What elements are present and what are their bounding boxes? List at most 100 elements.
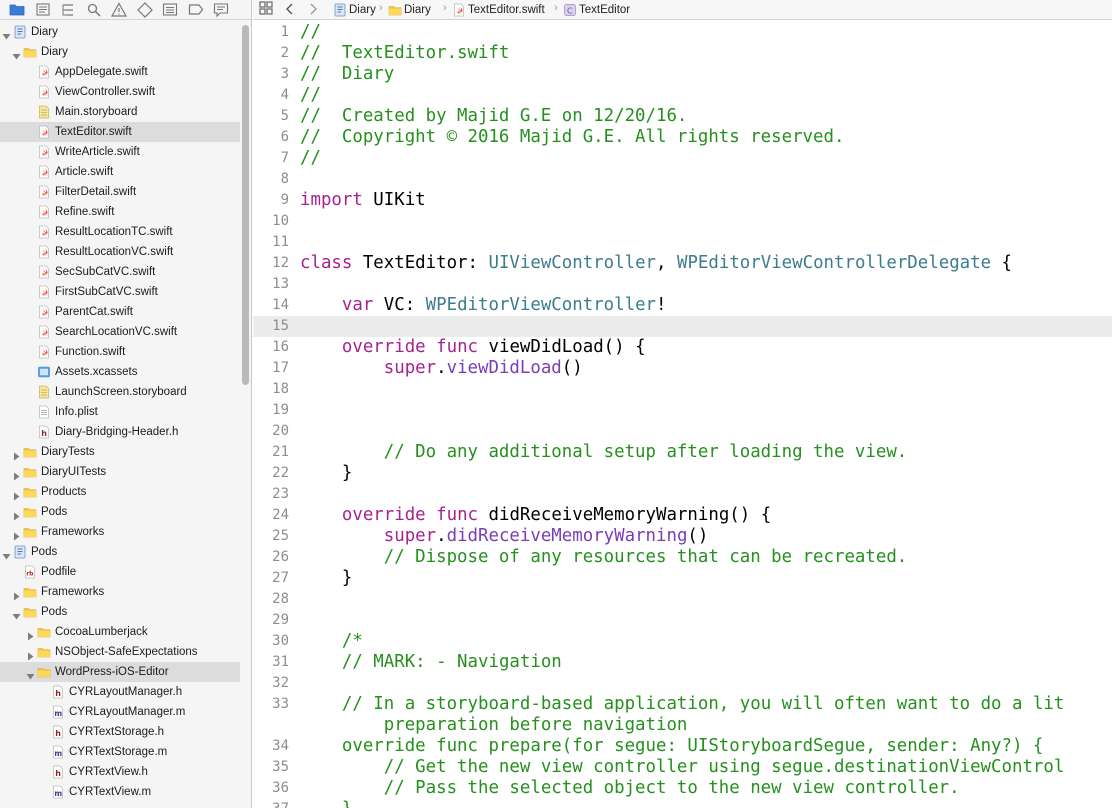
navigator-file-row[interactable]: Main.storyboard (0, 102, 240, 122)
code-line[interactable]: 19 (253, 400, 1112, 421)
navigator-file-row[interactable]: LaunchScreen.storyboard (0, 382, 240, 402)
navigator-file-row[interactable]: ViewController.swift (0, 82, 240, 102)
navigator-file-row[interactable]: WriteArticle.swift (0, 142, 240, 162)
navigator-file-row[interactable]: rb Podfile (0, 562, 240, 582)
disclosure-closed-icon[interactable] (26, 648, 35, 661)
navigator-scrollbar[interactable] (241, 22, 250, 808)
code-line[interactable]: 36 // Pass the selected object to the ne… (253, 778, 1112, 799)
navigator-file-row[interactable]: SearchLocationVC.swift (0, 322, 240, 342)
code-line[interactable]: 1 // (253, 22, 1112, 43)
navigator-file-row[interactable]: Function.swift (0, 342, 240, 362)
code-line[interactable]: 32 (253, 673, 1112, 694)
code-line[interactable]: 11 (253, 232, 1112, 253)
navigator-file-row[interactable]: h CYRLayoutManager.h (0, 682, 240, 702)
code-line[interactable]: 30 /* (253, 631, 1112, 652)
navigator-file-row[interactable]: m CYRLayoutManager.m (0, 702, 240, 722)
code-line[interactable]: 26 // Dispose of any resources that can … (253, 547, 1112, 568)
navigator-group-row[interactable]: WordPress-iOS-Editor (0, 662, 240, 682)
navigator-file-row[interactable]: Info.plist (0, 402, 240, 422)
disclosure-open-icon[interactable] (2, 28, 11, 40)
report-icon[interactable] (212, 1, 230, 18)
navigator-file-row[interactable]: h CYRTextView.h (0, 762, 240, 782)
navigator-group-row[interactable]: DiaryUITests (0, 462, 240, 482)
current-code-line[interactable]: 15 (253, 316, 1112, 337)
code-line[interactable]: 3 // Diary (253, 64, 1112, 85)
navigator-file-row[interactable]: TextEditor.swift (0, 122, 240, 142)
disclosure-closed-icon[interactable] (12, 488, 21, 501)
code-line[interactable]: 37 } (253, 799, 1112, 808)
disclosure-closed-icon[interactable] (12, 448, 21, 461)
disclosure-closed-icon[interactable] (26, 628, 35, 641)
breadcrumb-item[interactable]: TextEditor (579, 1, 630, 21)
test-icon[interactable] (136, 1, 154, 18)
debug-icon[interactable] (161, 1, 179, 17)
back-arrow-icon[interactable] (285, 0, 295, 20)
navigator-group-row[interactable]: Diary (0, 22, 240, 42)
navigator-file-row[interactable]: ResultLocationVC.swift (0, 242, 240, 262)
forward-arrow-icon[interactable] (308, 0, 318, 20)
breakpoint-icon[interactable] (187, 1, 205, 17)
code-line[interactable]: 12 class TextEditor: UIViewController, WP… (253, 253, 1112, 274)
code-line[interactable]: preparation before navigation (253, 715, 1112, 736)
code-line[interactable]: 22 } (253, 463, 1112, 484)
navigator-file-row[interactable]: Article.swift (0, 162, 240, 182)
code-line[interactable]: 8 (253, 169, 1112, 190)
disclosure-open-icon[interactable] (12, 48, 21, 60)
navigator-file-row[interactable]: AppDelegate.swift (0, 62, 240, 82)
navigator-group-row[interactable]: Pods (0, 542, 240, 562)
code-line[interactable]: 25 super.didReceiveMemoryWarning() (253, 526, 1112, 547)
code-line[interactable]: 18 (253, 379, 1112, 400)
navigator-file-row[interactable]: Assets.xcassets (0, 362, 240, 382)
code-line[interactable]: 13 (253, 274, 1112, 295)
warning-icon[interactable] (110, 1, 128, 17)
code-line[interactable]: 28 (253, 589, 1112, 610)
code-line[interactable]: 5 // Created by Majid G.E on 12/20/16. (253, 106, 1112, 127)
hierarchy-icon[interactable] (59, 1, 77, 17)
code-line[interactable]: 31 // MARK: - Navigation (253, 652, 1112, 673)
disclosure-closed-icon[interactable] (12, 588, 21, 601)
navigator-file-row[interactable]: ResultLocationTC.swift (0, 222, 240, 242)
navigator-group-row[interactable]: Frameworks (0, 522, 240, 542)
navigator-group-row[interactable]: DiaryTests (0, 442, 240, 462)
navigator-group-row[interactable]: NSObject-SafeExpectations (0, 642, 240, 662)
code-line[interactable]: 24 override func didReceiveMemoryWarning… (253, 505, 1112, 526)
navigator-group-row[interactable]: Diary (0, 42, 240, 62)
code-line[interactable]: 10 (253, 211, 1112, 232)
code-line[interactable]: 20 (253, 421, 1112, 442)
code-line[interactable]: 33 // In a storyboard-based application,… (253, 694, 1112, 715)
folder-icon[interactable] (8, 1, 26, 17)
code-line[interactable]: 16 override func viewDidLoad() { (253, 337, 1112, 358)
disclosure-closed-icon[interactable] (12, 508, 21, 521)
code-line[interactable]: 9 import UIKit (253, 190, 1112, 211)
code-line[interactable]: 29 (253, 610, 1112, 631)
scrollbar-thumb[interactable] (242, 25, 249, 385)
disclosure-open-icon[interactable] (2, 548, 11, 560)
disclosure-closed-icon[interactable] (12, 528, 21, 541)
navigator-file-row[interactable]: m CYRTextStorage.m (0, 742, 240, 762)
navigator-file-row[interactable]: Refine.swift (0, 202, 240, 222)
code-line[interactable]: 23 (253, 484, 1112, 505)
breadcrumb-item[interactable]: Diary (404, 1, 431, 21)
code-line[interactable]: 27 } (253, 568, 1112, 589)
disclosure-open-icon[interactable] (26, 668, 35, 680)
breadcrumb-item[interactable]: TextEditor.swift (468, 1, 545, 21)
code-line[interactable]: 21 // Do any additional setup after load… (253, 442, 1112, 463)
navigator-file-row[interactable]: SecSubCatVC.swift (0, 262, 240, 282)
navigator-group-row[interactable]: Products (0, 482, 240, 502)
search-icon[interactable] (85, 1, 103, 17)
navigator-file-row[interactable]: FirstSubCatVC.swift (0, 282, 240, 302)
source-editor[interactable]: 1 // 2 // TextEditor.swift 3 // Diary 4 // 5 // C… (253, 21, 1112, 808)
code-line[interactable]: 6 // Copyright © 2016 Majid G.E. All righ… (253, 127, 1112, 148)
navigator-file-row[interactable]: m CYRTextView.m (0, 782, 240, 802)
navigator-file-row[interactable]: FilterDetail.swift (0, 182, 240, 202)
navigator-group-row[interactable]: Pods (0, 602, 240, 622)
code-line[interactable]: 14 var VC: WPEditorViewController! (253, 295, 1112, 316)
navigator-file-row[interactable]: h CYRTextStorage.h (0, 722, 240, 742)
code-line[interactable]: 35 // Get the new view controller using … (253, 757, 1112, 778)
navigator-file-row[interactable]: ParentCat.swift (0, 302, 240, 322)
code-line[interactable]: 2 // TextEditor.swift (253, 43, 1112, 64)
navigator-group-row[interactable]: CocoaLumberjack (0, 622, 240, 642)
navigator-group-row[interactable]: Frameworks (0, 582, 240, 602)
code-line[interactable]: 34 override func prepare(for segue: UISt… (253, 736, 1112, 757)
navigator-file-row[interactable]: h Diary-Bridging-Header.h (0, 422, 240, 442)
